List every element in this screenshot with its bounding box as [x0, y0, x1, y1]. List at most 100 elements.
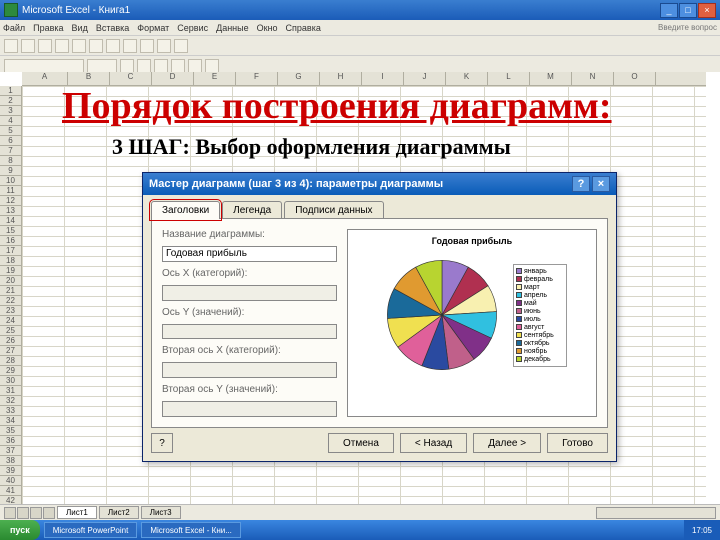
- next-button[interactable]: Далее >: [473, 433, 541, 453]
- print-button[interactable]: [55, 39, 69, 53]
- menu-data[interactable]: Данные: [216, 23, 249, 33]
- align-left-button[interactable]: [171, 59, 185, 73]
- system-tray[interactable]: 17:05: [684, 520, 720, 540]
- row-header[interactable]: 40: [0, 476, 21, 486]
- help-prompt[interactable]: Введите вопрос: [658, 23, 717, 32]
- wizard-hint-button[interactable]: ?: [151, 433, 173, 453]
- sheet-tab[interactable]: Лист2: [99, 506, 139, 519]
- row-header[interactable]: 10: [0, 176, 21, 186]
- row-header[interactable]: 3: [0, 106, 21, 116]
- cut-button[interactable]: [72, 39, 86, 53]
- open-button[interactable]: [21, 39, 35, 53]
- maximize-button[interactable]: □: [679, 3, 697, 18]
- menu-view[interactable]: Вид: [72, 23, 88, 33]
- wizard-help-button[interactable]: ?: [572, 176, 590, 192]
- row-header[interactable]: 13: [0, 206, 21, 216]
- row-header[interactable]: 34: [0, 416, 21, 426]
- underline-button[interactable]: [154, 59, 168, 73]
- nav-last-icon[interactable]: [43, 507, 55, 519]
- row-header[interactable]: 18: [0, 256, 21, 266]
- back-button[interactable]: < Назад: [400, 433, 467, 453]
- row-header[interactable]: 20: [0, 276, 21, 286]
- row-header[interactable]: 38: [0, 456, 21, 466]
- row-header[interactable]: 28: [0, 356, 21, 366]
- bold-button[interactable]: [120, 59, 134, 73]
- row-header[interactable]: 35: [0, 426, 21, 436]
- tab-data-labels[interactable]: Подписи данных: [284, 201, 383, 219]
- sort-button[interactable]: [157, 39, 171, 53]
- row-header[interactable]: 1: [0, 86, 21, 96]
- tab-legend[interactable]: Легенда: [222, 201, 282, 219]
- wizard-close-button[interactable]: ×: [592, 176, 610, 192]
- menu-window[interactable]: Окно: [257, 23, 278, 33]
- row-header[interactable]: 22: [0, 296, 21, 306]
- row-header[interactable]: 4: [0, 116, 21, 126]
- menu-insert[interactable]: Вставка: [96, 23, 129, 33]
- row-header[interactable]: 27: [0, 346, 21, 356]
- preview-title: Годовая прибыль: [432, 236, 512, 246]
- taskbar-item[interactable]: Microsoft Excel - Кни...: [141, 522, 241, 538]
- row-header[interactable]: 5: [0, 126, 21, 136]
- row-header[interactable]: 11: [0, 186, 21, 196]
- taskbar-item[interactable]: Microsoft PowerPoint: [44, 522, 138, 538]
- col-header[interactable]: O: [614, 72, 656, 85]
- font-selector[interactable]: [4, 59, 84, 73]
- row-header[interactable]: 14: [0, 216, 21, 226]
- row-header[interactable]: 32: [0, 396, 21, 406]
- menu-file[interactable]: Файл: [3, 23, 25, 33]
- close-button[interactable]: ×: [698, 3, 716, 18]
- sheet-tab[interactable]: Лист3: [141, 506, 181, 519]
- row-header[interactable]: 21: [0, 286, 21, 296]
- row-header[interactable]: 12: [0, 196, 21, 206]
- row-header[interactable]: 29: [0, 366, 21, 376]
- menu-tools[interactable]: Сервис: [177, 23, 208, 33]
- label-y-axis: Ось Y (значений):: [162, 307, 337, 318]
- nav-next-icon[interactable]: [30, 507, 42, 519]
- minimize-button[interactable]: _: [660, 3, 678, 18]
- row-header[interactable]: 2: [0, 96, 21, 106]
- row-header[interactable]: 39: [0, 466, 21, 476]
- nav-first-icon[interactable]: [4, 507, 16, 519]
- redo-button[interactable]: [140, 39, 154, 53]
- save-button[interactable]: [38, 39, 52, 53]
- row-header[interactable]: 25: [0, 326, 21, 336]
- cell-grid[interactable]: Порядок построения диаграмм: 3 ШАГ: Выбо…: [22, 86, 706, 504]
- row-header[interactable]: 15: [0, 226, 21, 236]
- row-header[interactable]: 8: [0, 156, 21, 166]
- row-header[interactable]: 33: [0, 406, 21, 416]
- menu-format[interactable]: Формат: [137, 23, 169, 33]
- row-header[interactable]: 26: [0, 336, 21, 346]
- undo-button[interactable]: [123, 39, 137, 53]
- paste-button[interactable]: [106, 39, 120, 53]
- row-header[interactable]: 41: [0, 486, 21, 496]
- size-selector[interactable]: [87, 59, 117, 73]
- row-header[interactable]: 6: [0, 136, 21, 146]
- row-header[interactable]: 19: [0, 266, 21, 276]
- finish-button[interactable]: Готово: [547, 433, 608, 453]
- menu-edit[interactable]: Правка: [33, 23, 63, 33]
- align-right-button[interactable]: [205, 59, 219, 73]
- row-header[interactable]: 16: [0, 236, 21, 246]
- copy-button[interactable]: [89, 39, 103, 53]
- row-header[interactable]: 36: [0, 436, 21, 446]
- row-header[interactable]: 7: [0, 146, 21, 156]
- row-header[interactable]: 9: [0, 166, 21, 176]
- tab-titles[interactable]: Заголовки: [151, 201, 220, 219]
- chart-wizard-button[interactable]: [174, 39, 188, 53]
- italic-button[interactable]: [137, 59, 151, 73]
- horizontal-scrollbar[interactable]: [596, 507, 716, 519]
- start-button[interactable]: пуск: [0, 520, 40, 540]
- align-center-button[interactable]: [188, 59, 202, 73]
- input-chart-name[interactable]: [162, 246, 337, 262]
- row-header[interactable]: 17: [0, 246, 21, 256]
- row-header[interactable]: 23: [0, 306, 21, 316]
- row-header[interactable]: 30: [0, 376, 21, 386]
- row-header[interactable]: 37: [0, 446, 21, 456]
- sheet-tab[interactable]: Лист1: [57, 506, 97, 519]
- row-header[interactable]: 31: [0, 386, 21, 396]
- cancel-button[interactable]: Отмена: [328, 433, 394, 453]
- row-header[interactable]: 24: [0, 316, 21, 326]
- new-button[interactable]: [4, 39, 18, 53]
- menu-help[interactable]: Справка: [286, 23, 321, 33]
- nav-prev-icon[interactable]: [17, 507, 29, 519]
